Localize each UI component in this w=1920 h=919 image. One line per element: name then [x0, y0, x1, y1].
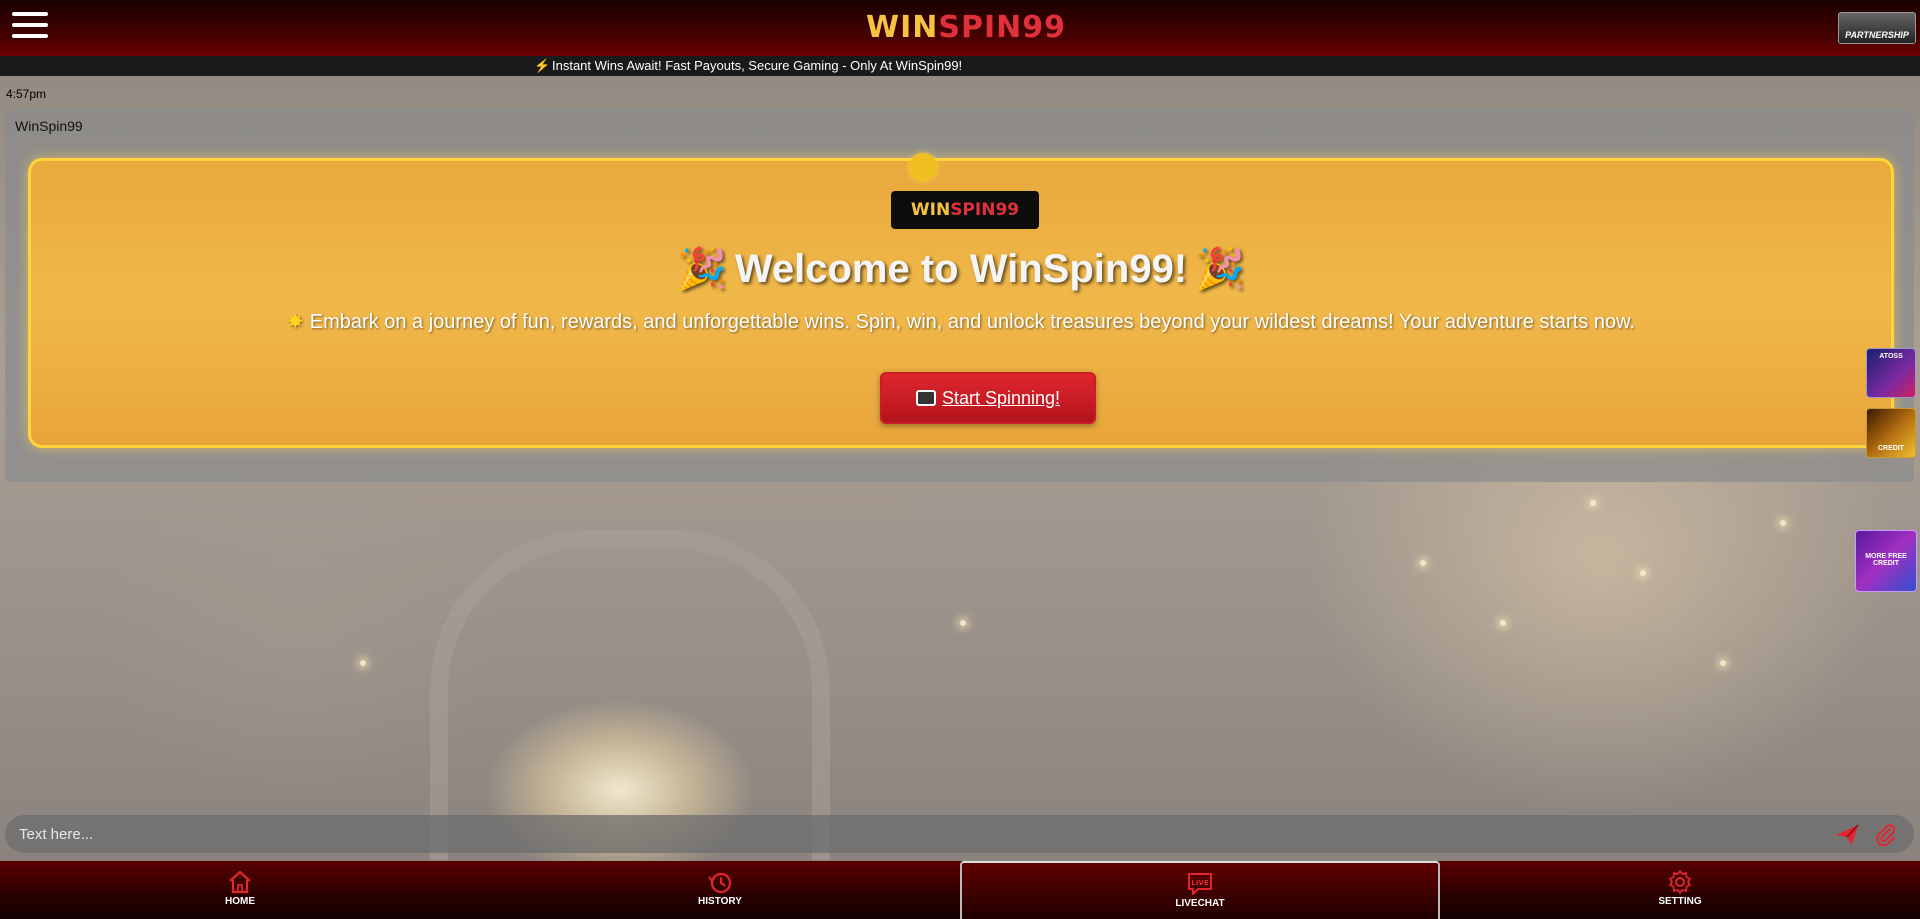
nav-history[interactable]: HISTORY — [480, 861, 960, 919]
site-logo[interactable]: WINSPIN99 — [866, 10, 1066, 46]
nav-home[interactable]: HOME — [0, 861, 480, 919]
nav-livechat[interactable]: LIVE LIVECHAT — [960, 861, 1440, 919]
bottom-navigation: HOME HISTORY LIVE LIVECHAT SETTING — [0, 861, 1920, 919]
slot-machine-icon — [915, 390, 936, 406]
start-spinning-button[interactable]: Start Spinning! — [880, 372, 1096, 424]
party-popper-icon: 🎉 — [1195, 247, 1245, 291]
partnership-label: PARTNERSHIP — [1845, 30, 1909, 40]
send-icon[interactable] — [1835, 824, 1859, 846]
banner-logo: WINSPIN99 — [891, 191, 1039, 229]
gear-icon — [1669, 870, 1691, 894]
message-sender: WinSpin99 — [15, 118, 83, 134]
message-input[interactable] — [19, 815, 1799, 853]
promo-thumbnail[interactable]: MORE FREE CREDIT — [1855, 530, 1917, 592]
top-header: WINSPIN99 PARTNERSHIP — [0, 0, 1920, 56]
party-popper-icon: 🎉 — [677, 247, 727, 291]
nav-home-label: HOME — [225, 896, 255, 907]
promo-thumbnail-label: ATOSS — [1879, 353, 1903, 360]
logo-spin-text: SPIN99 — [938, 10, 1066, 45]
banner-title: Welcome to WinSpin99! — [734, 247, 1188, 291]
home-icon — [229, 870, 251, 894]
promo-thumbnail[interactable]: CREDIT — [1866, 408, 1916, 458]
message-timestamp: 4:57pm — [6, 87, 47, 101]
banner-subtitle: Embark on a journey of fun, rewards, and… — [309, 311, 1635, 333]
banner-logo-win: WIN — [910, 200, 951, 220]
promo-thumbnail-label: CREDIT — [1877, 445, 1905, 452]
banner-logo-spin: SPIN99 — [950, 200, 1020, 220]
coin-icon — [909, 153, 937, 181]
logo-win-text: WIN — [866, 10, 939, 45]
livechat-icon: LIVE — [1188, 873, 1212, 895]
promo-thumbnail[interactable]: ATOSS — [1866, 348, 1916, 398]
history-icon — [708, 872, 732, 894]
nav-setting[interactable]: SETTING — [1440, 861, 1920, 919]
ticker-text: Instant Wins Await! Fast Payouts, Secure… — [552, 58, 963, 73]
banner-subtitle-row: ✸ Embark on a journey of fun, rewards, an… — [31, 309, 1891, 334]
star-icon: ✸ — [287, 311, 304, 333]
svg-text:LIVE: LIVE — [1191, 879, 1208, 887]
welcome-banner: WINSPIN99 🎉 Welcome to WinSpin99! 🎉 ✸ Embar… — [28, 153, 1894, 448]
nav-setting-label: SETTING — [1658, 896, 1702, 907]
banner-title-row: 🎉 Welcome to WinSpin99! 🎉 — [31, 245, 1891, 292]
partnership-button[interactable]: PARTNERSHIP — [1838, 12, 1916, 44]
announcement-ticker: ⚡ Instant Wins Await! Fast Payouts, Secu… — [0, 56, 1920, 76]
nav-livechat-label: LIVECHAT — [1175, 898, 1225, 909]
start-spinning-label: Start Spinning! — [941, 388, 1061, 408]
attachment-icon[interactable] — [1875, 823, 1897, 847]
menu-icon[interactable] — [12, 12, 48, 42]
nav-history-label: HISTORY — [698, 896, 742, 907]
chat-input-bar — [5, 815, 1914, 853]
chat-message: WinSpin99 WINSPIN99 🎉 Welcome to WinSpin9… — [5, 108, 1914, 482]
promo-thumbnail-label: MORE FREE CREDIT — [1865, 553, 1907, 567]
lightning-icon: ⚡ — [534, 58, 551, 73]
